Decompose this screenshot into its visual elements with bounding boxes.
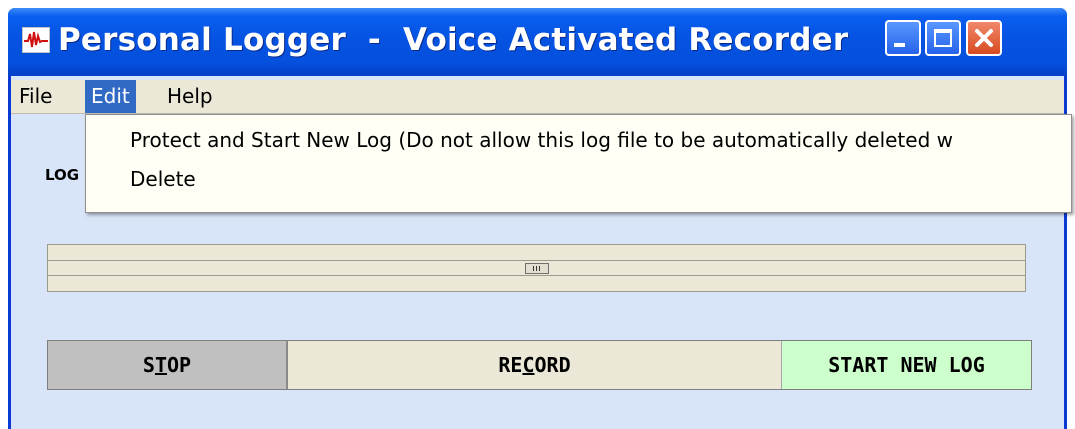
close-button[interactable]: [966, 20, 1002, 56]
menu-edit[interactable]: Edit: [85, 80, 136, 113]
close-icon: [975, 29, 993, 47]
app-window: Personal Logger - Voice Activated Record…: [8, 8, 1072, 429]
maximize-icon: [934, 29, 952, 47]
button-bar: STOP RECORD START NEW LOG: [47, 340, 1032, 390]
record-label-part: ORD: [534, 353, 571, 377]
minimize-button[interactable]: [885, 20, 921, 56]
slider-thumb[interactable]: [525, 263, 549, 274]
menu-item-protect-start-new-log[interactable]: Protect and Start New Log (Do not allow …: [130, 128, 953, 152]
log-label: LOG: [45, 166, 80, 184]
record-button[interactable]: RECORD: [288, 341, 782, 389]
grip-line: [533, 266, 534, 271]
stop-label-part: S: [142, 353, 155, 377]
minimize-icon: [894, 43, 905, 47]
menu-file[interactable]: File: [13, 80, 58, 113]
stop-mnemonic: T: [154, 353, 167, 377]
menu-item-delete[interactable]: Delete: [130, 167, 196, 191]
record-label-part: RE: [498, 353, 523, 377]
maximize-button[interactable]: [925, 20, 961, 56]
stop-button[interactable]: STOP: [48, 341, 288, 389]
stop-label-part: OP: [167, 353, 192, 377]
grip-line: [539, 266, 540, 271]
slider-lower-rail: [47, 276, 1026, 292]
menu-help[interactable]: Help: [161, 80, 219, 113]
record-mnemonic: C: [522, 353, 535, 377]
start-new-log-button[interactable]: START NEW LOG: [782, 341, 1031, 389]
edit-menu-dropdown: Protect and Start New Log (Do not allow …: [85, 114, 1072, 213]
slider-upper-rail: [47, 244, 1026, 260]
title-bar[interactable]: Personal Logger - Voice Activated Record…: [8, 8, 1067, 76]
client-area: File Edit Help LOG STOP RECORD START NEW…: [11, 76, 1072, 429]
menu-bar: File Edit Help: [11, 80, 1064, 114]
waveform-icon[interactable]: [22, 27, 50, 53]
grip-line: [536, 266, 537, 271]
window-title: Personal Logger - Voice Activated Record…: [58, 22, 849, 58]
